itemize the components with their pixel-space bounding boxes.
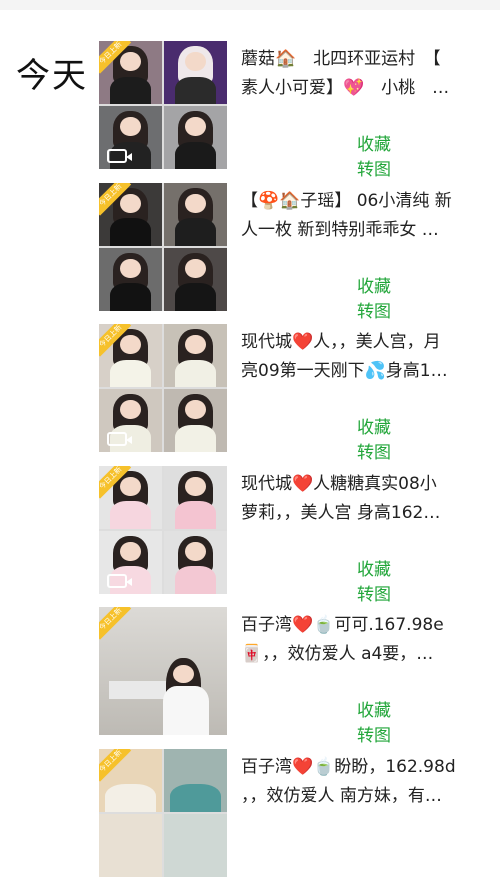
video-icon [107, 574, 127, 588]
post-item[interactable]: 今日上新 百子湾❤️🍵可可.167.98e 🀄，，效仿爱人 a4要，… 收藏 转… [99, 607, 494, 749]
post-item[interactable]: 今日上新 现代城❤️人糖糖真实08小 萝莉，，美人宫 身高162… 收藏 转图 [99, 466, 494, 608]
post-thumbnail[interactable]: 今日上新 [99, 324, 227, 452]
video-icon [107, 149, 127, 163]
post-title-line: 现代城❤️人，，美人宫，月 [241, 328, 491, 357]
post-title-line: 亮09第一天刚下💦身高1… [241, 357, 491, 386]
post-title-line: 现代城❤️人糖糖真实08小 [241, 470, 491, 499]
post-title[interactable]: 蘑菇🏠 北四环亚运村 【 素人小可爱】💖 小桃 … [241, 45, 491, 103]
post-title-line: 【🍄🏠子瑶】 06小清纯 新 [241, 187, 491, 216]
post-title-line: 百子湾❤️🍵盼盼，162.98d [241, 753, 491, 782]
post-title[interactable]: 百子湾❤️🍵盼盼，162.98d ，，效仿爱人 南方妹，有… [241, 753, 491, 811]
repost-button[interactable]: 转图 [357, 297, 391, 322]
post-title[interactable]: 现代城❤️人，，美人宫，月 亮09第一天刚下💦身高1… [241, 328, 491, 386]
favorite-button[interactable]: 收藏 [357, 555, 391, 580]
repost-button[interactable]: 转图 [357, 155, 391, 180]
post-title-line: 百子湾❤️🍵可可.167.98e [241, 611, 491, 640]
post-title[interactable]: 【🍄🏠子瑶】 06小清纯 新 人一枚 新到特别乖乖女 … [241, 187, 491, 245]
post-title-line: 萝莉，，美人宫 身高162… [241, 499, 491, 528]
post-item[interactable]: 今日上新 【🍄🏠子瑶】 06小清纯 新 人一枚 新到特别乖乖女 … 收藏 转图 [99, 183, 494, 325]
post-title-line: 🀄，，效仿爱人 a4要，… [241, 640, 491, 669]
post-title-line: 人一枚 新到特别乖乖女 … [241, 216, 491, 245]
repost-button[interactable]: 转图 [357, 721, 391, 746]
post-thumbnail[interactable]: 今日上新 [99, 41, 227, 169]
repost-button[interactable]: 转图 [357, 438, 391, 463]
favorite-button[interactable]: 收藏 [357, 413, 391, 438]
post-title-line: 素人小可爱】💖 小桃 … [241, 74, 491, 103]
favorite-button[interactable]: 收藏 [357, 696, 391, 721]
top-strip [0, 0, 500, 10]
post-title[interactable]: 现代城❤️人糖糖真实08小 萝莉，，美人宫 身高162… [241, 470, 491, 528]
post-thumbnail[interactable]: 今日上新 [99, 466, 227, 594]
post-thumbnail[interactable]: 今日上新 [99, 607, 227, 735]
day-label: 今天 [16, 48, 88, 97]
repost-button[interactable]: 转图 [357, 580, 391, 605]
post-title-line: 蘑菇🏠 北四环亚运村 【 [241, 45, 491, 74]
post-item[interactable]: 今日上新 现代城❤️人，，美人宫，月 亮09第一天刚下💦身高1… 收藏 转图 [99, 324, 494, 466]
post-title-line: ，，效仿爱人 南方妹，有… [241, 782, 491, 811]
post-thumbnail[interactable]: 今日上新 [99, 183, 227, 311]
video-icon [107, 432, 127, 446]
post-item[interactable]: 今日上新 蘑菇🏠 北四环亚运村 【 素人小可爱】💖 小桃 … 收藏 转图 [99, 41, 494, 183]
post-feed: 今日上新 蘑菇🏠 北四环亚运村 【 素人小可爱】💖 小桃 … 收藏 转图 今日上… [99, 41, 494, 890]
post-title[interactable]: 百子湾❤️🍵可可.167.98e 🀄，，效仿爱人 a4要，… [241, 611, 491, 669]
favorite-button[interactable]: 收藏 [357, 272, 391, 297]
post-thumbnail[interactable]: 今日上新 [99, 749, 227, 877]
favorite-button[interactable]: 收藏 [357, 130, 391, 155]
post-item[interactable]: 今日上新 百子湾❤️🍵盼盼，162.98d ，，效仿爱人 南方妹，有… [99, 749, 494, 890]
